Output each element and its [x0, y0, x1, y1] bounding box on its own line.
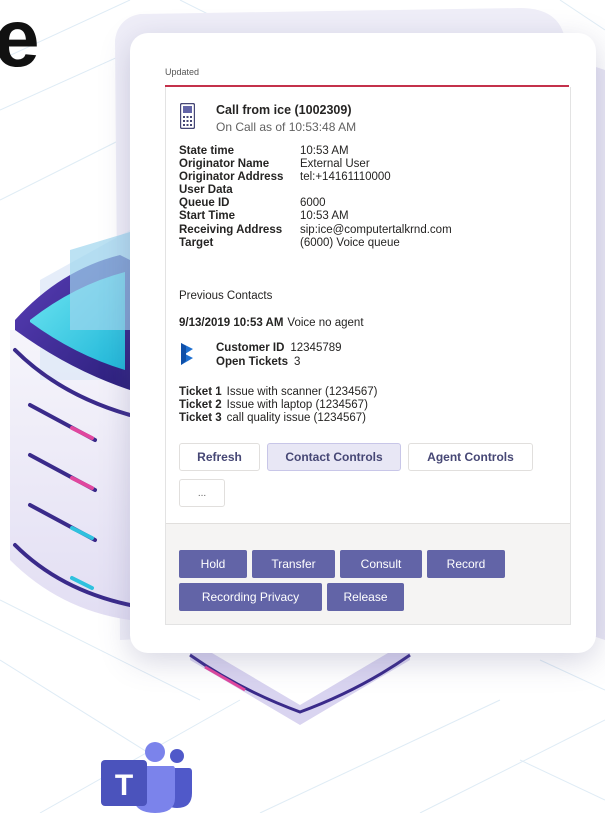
previous-contacts-heading: Previous Contacts: [179, 290, 273, 302]
ticket-description: Issue with laptop (1234567): [226, 399, 368, 411]
consult-button[interactable]: Consult: [340, 550, 422, 578]
record-button[interactable]: Record: [427, 550, 505, 578]
hold-button[interactable]: Hold: [179, 550, 247, 578]
previous-contact-description: Voice no agent: [287, 317, 364, 329]
detail-label: Originator Address: [179, 171, 284, 184]
detail-value: (6000) Voice queue: [300, 236, 400, 249]
detail-label: Target: [179, 236, 214, 249]
refresh-button[interactable]: Refresh: [179, 443, 260, 471]
previous-contact-datetime: 9/13/2019 10:53 AM: [179, 317, 284, 329]
page-heading-fragment: e: [0, 0, 40, 84]
customer-id-value: 12345789: [290, 342, 342, 354]
customer-info: Customer ID 12345789 Open Tickets 3: [216, 341, 342, 369]
detail-value: sip:ice@computertalkrnd.com: [300, 223, 452, 236]
agent-controls-button[interactable]: Agent Controls: [408, 443, 533, 471]
detail-label: Start Time: [179, 210, 236, 223]
release-button[interactable]: Release: [327, 583, 404, 611]
open-tickets-value: 3: [294, 356, 301, 368]
detail-value: 10:53 AM: [300, 145, 349, 157]
detail-row: Queue ID 6000: [179, 197, 452, 210]
status-label: Updated: [165, 67, 200, 77]
previous-contact-item[interactable]: 9/13/2019 10:53 AM Voice no agent: [179, 317, 364, 329]
ticket-item[interactable]: Ticket 3 call quality issue (1234567): [179, 412, 378, 425]
ticket-description: call quality issue (1234567): [226, 412, 366, 424]
more-options-button[interactable]: ...: [179, 479, 225, 507]
detail-value: External User: [300, 158, 370, 171]
contact-card: Updated Call from ice (1002309) On Call …: [130, 33, 596, 653]
detail-label: State time: [179, 145, 234, 157]
ticket-label: Ticket 2: [179, 399, 222, 411]
detail-label: Originator Name: [179, 158, 270, 171]
teams-logo-letter: T: [115, 769, 133, 802]
detail-row: Receiving Address sip:ice@computertalkrnd…: [179, 224, 452, 237]
customer-id-label: Customer ID: [216, 342, 285, 354]
detail-row: Originator Address tel:+14161110000: [179, 171, 452, 184]
detail-value: 10:53 AM: [300, 210, 349, 223]
contact-controls-button[interactable]: Contact Controls: [267, 443, 401, 471]
call-details: State time 10:53 AM Originator Name Extern…: [179, 145, 452, 250]
ticket-label: Ticket 1: [179, 386, 222, 398]
ticket-item[interactable]: Ticket 2 Issue with laptop (1234567): [179, 399, 378, 412]
teams-logo-icon: T: [101, 742, 192, 813]
ticket-list: Ticket 1 Issue with scanner (1234567) Tic…: [179, 386, 378, 425]
call-details-panel: Call from ice (1002309) On Call as of 10…: [166, 87, 570, 524]
detail-row: State time 10:53 AM: [179, 145, 452, 158]
detail-row: User Data: [179, 184, 452, 197]
detail-label: Receiving Address: [179, 223, 283, 236]
ticket-description: Issue with scanner (1234567): [226, 386, 378, 398]
detail-value: 6000: [300, 197, 326, 210]
open-tickets-label: Open Tickets: [216, 356, 289, 368]
detail-label: Queue ID: [179, 197, 230, 210]
transfer-button[interactable]: Transfer: [252, 550, 335, 578]
detail-row: Target (6000) Voice queue: [179, 237, 452, 250]
ticket-item[interactable]: Ticket 1 Issue with scanner (1234567): [179, 386, 378, 399]
phone-icon: [180, 103, 195, 129]
recording-privacy-button[interactable]: Recording Privacy: [179, 583, 322, 611]
ticket-label: Ticket 3: [179, 412, 222, 424]
card-body: Call from ice (1002309) On Call as of 10…: [165, 87, 571, 625]
detail-row: Originator Name External User: [179, 158, 452, 171]
dynamics-icon: [181, 343, 193, 365]
call-title: Call from ice (1002309): [216, 103, 352, 117]
call-status: On Call as of 10:53:48 AM: [216, 120, 357, 134]
detail-row: Start Time 10:53 AM: [179, 210, 452, 223]
detail-value: tel:+14161110000: [300, 171, 391, 184]
detail-label: User Data: [179, 184, 233, 197]
